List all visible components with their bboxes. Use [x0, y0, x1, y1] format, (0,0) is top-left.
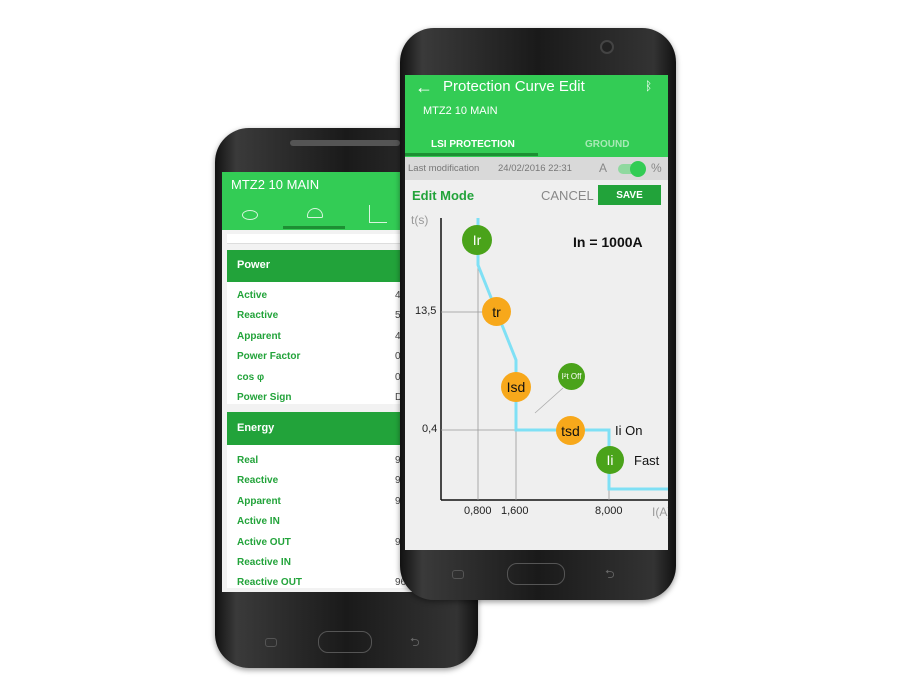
- energy-header: Energy: [227, 412, 412, 445]
- y-tick-0-4: 0,4: [422, 423, 438, 435]
- x-tick-8000: 8,000: [595, 505, 623, 517]
- i2t-handle[interactable]: I²t Off: [558, 363, 585, 390]
- ii-on-label: Ii On: [615, 423, 643, 438]
- eye-icon[interactable]: [242, 210, 258, 220]
- front-camera: [600, 40, 614, 54]
- tsd-handle[interactable]: tsd: [556, 416, 585, 445]
- x-axis-label: I(A): [652, 505, 668, 519]
- power-row-label: Apparent: [237, 330, 281, 342]
- power-row-label: Power Sign: [237, 392, 292, 403]
- back-screen: MTZ2 10 MAIN Power Active 46Reactive 5Ap…: [222, 172, 412, 592]
- home-button[interactable]: [318, 631, 372, 653]
- energy-row-label: Active OUT: [237, 536, 291, 548]
- tr-handle[interactable]: tr: [482, 297, 511, 326]
- front-phone: ← Protection Curve Edit ᛒ MTZ2 10 MAIN L…: [400, 28, 676, 600]
- power-row-label: Active: [237, 290, 268, 301]
- app-header: MTZ2 10 MAIN: [222, 172, 412, 230]
- back-nav-button[interactable]: ⮌: [410, 633, 420, 654]
- recent-apps-button[interactable]: [452, 570, 464, 579]
- curve-icon[interactable]: [369, 205, 387, 223]
- recent-apps-button[interactable]: [265, 638, 277, 647]
- trip-curve: [476, 218, 668, 491]
- x-tick-1600: 1,600: [501, 505, 529, 517]
- speaker-grille: [290, 140, 400, 146]
- y-axis-label: t(s): [411, 213, 429, 227]
- power-row-label: Reactive: [237, 310, 279, 322]
- power-header-label: Power: [237, 259, 271, 271]
- power-row-label: cos φ: [237, 371, 265, 383]
- energy-row-label: Reactive OUT: [237, 577, 303, 589]
- fast-label: Fast: [634, 453, 660, 468]
- energy-row-label: Real: [237, 455, 259, 466]
- ir-handle[interactable]: Ir: [462, 225, 492, 255]
- energy-row-label: Active IN: [237, 516, 280, 528]
- in-rating-label: In = 1000A: [573, 234, 643, 250]
- power-row-label: Power Factor: [237, 351, 301, 363]
- card-top: [227, 234, 407, 244]
- energy-row-label: Apparent: [237, 495, 281, 507]
- energy-row-label: Reactive IN: [237, 557, 291, 568]
- power-header: Power: [227, 250, 412, 282]
- gauge-icon[interactable]: [307, 208, 323, 218]
- energy-header-label: Energy: [237, 422, 275, 434]
- home-button[interactable]: [507, 563, 565, 585]
- pt-pointer-line: [534, 387, 564, 414]
- energy-card: Energy Real 964Reactive 96Apparent 969Ac…: [227, 412, 412, 588]
- energy-row-label: Reactive: [237, 475, 279, 487]
- front-screen: ← Protection Curve Edit ᛒ MTZ2 10 MAIN L…: [405, 75, 668, 550]
- ii-handle[interactable]: Ii: [596, 446, 624, 474]
- active-tab-indicator: [283, 226, 345, 229]
- device-title: MTZ2 10 MAIN: [231, 177, 320, 192]
- back-nav-button[interactable]: ⮌: [605, 565, 615, 586]
- protection-curve-chart: [440, 218, 668, 501]
- isd-handle[interactable]: Isd: [501, 372, 531, 402]
- power-card: Power Active 46Reactive 5Apparent 46Powe…: [227, 250, 412, 404]
- y-tick-13-5: 13,5: [415, 305, 437, 317]
- x-tick-0800: 0,800: [464, 505, 492, 517]
